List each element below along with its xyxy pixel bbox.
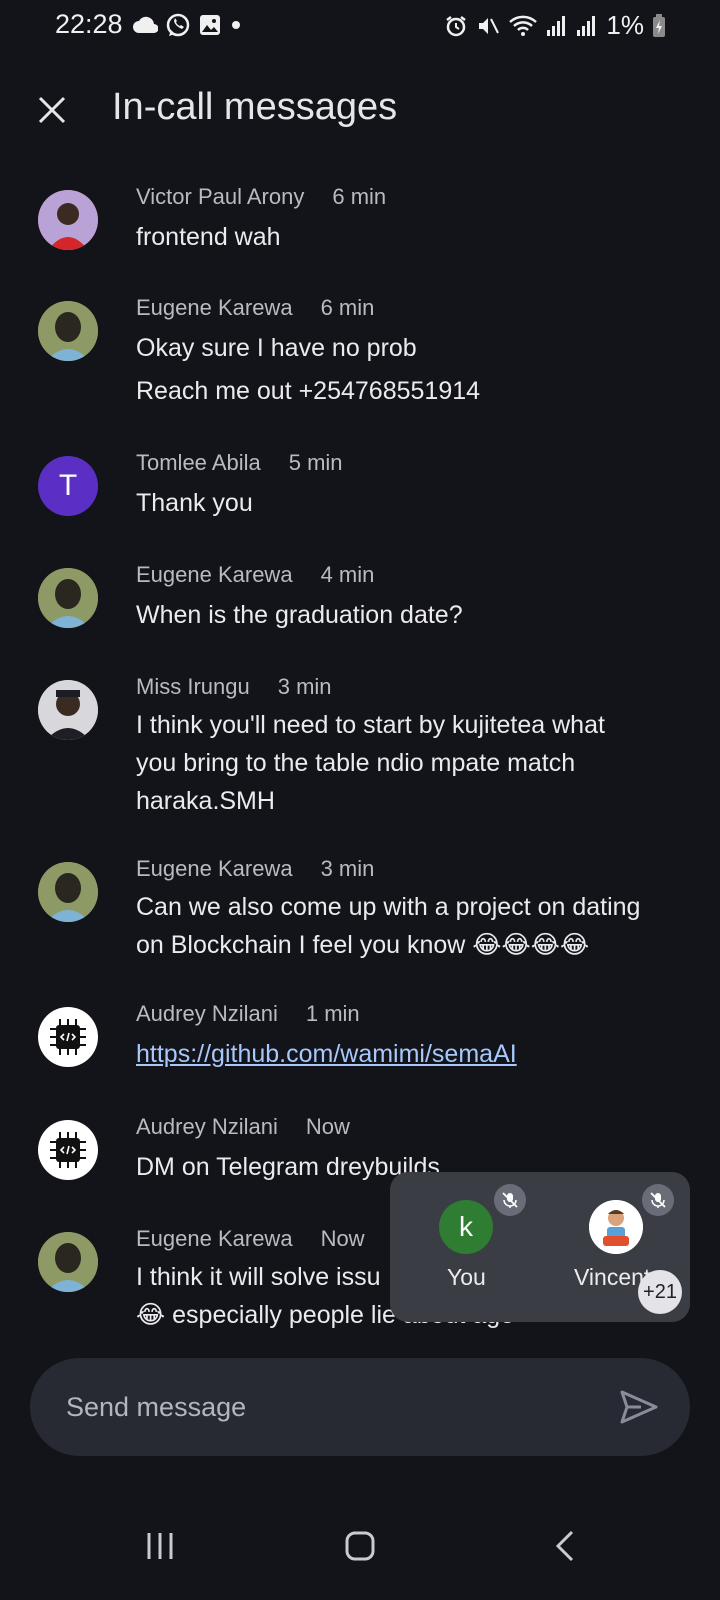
mic-off-icon xyxy=(642,1184,674,1216)
sender-name: Victor Paul Arony xyxy=(136,184,305,209)
avatar xyxy=(38,680,98,740)
avatar xyxy=(38,1007,98,1067)
send-icon xyxy=(620,1390,658,1424)
message-compose xyxy=(30,1358,690,1456)
self-initial: k xyxy=(459,1211,473,1242)
signal-icon xyxy=(577,15,596,36)
mic-off-icon xyxy=(494,1184,526,1216)
self-avatar: k xyxy=(439,1200,493,1254)
back-button[interactable] xyxy=(535,1516,595,1576)
sender-name: Tomlee Abila xyxy=(136,450,261,475)
message-time: 3 min xyxy=(320,856,375,881)
message-time: Now xyxy=(320,1226,365,1251)
app-header: In-call messages xyxy=(0,80,720,140)
status-bar: 22:28 1% xyxy=(0,0,720,52)
sender-name: Miss Irungu xyxy=(136,674,250,699)
home-button[interactable] xyxy=(330,1516,390,1576)
message-text: frontend wah xyxy=(136,223,281,251)
message-time: Now xyxy=(305,1114,350,1139)
recents-button[interactable] xyxy=(130,1516,190,1576)
system-nav-bar xyxy=(0,1490,720,1600)
message-text: Can we also come up with a project on da… xyxy=(136,893,641,921)
message-time: 6 min xyxy=(332,184,387,209)
message-input[interactable] xyxy=(64,1386,588,1428)
alarm-icon xyxy=(446,15,467,36)
gallery-icon xyxy=(200,15,220,35)
sender-name: Audrey Nzilani xyxy=(136,1001,278,1026)
message-time: 3 min xyxy=(277,674,332,699)
page-title: In-call messages xyxy=(112,86,398,128)
message-text: Reach me out +254768551914 xyxy=(136,377,481,405)
back-icon xyxy=(555,1530,574,1562)
sender-name: Eugene Karewa xyxy=(136,856,293,881)
whatsapp-icon xyxy=(166,13,190,37)
sender-name: Eugene Karewa xyxy=(136,562,293,587)
participant-avatar xyxy=(589,1200,643,1254)
avatar xyxy=(38,301,98,361)
avatar xyxy=(38,1232,98,1292)
avatar xyxy=(38,568,98,628)
close-icon xyxy=(38,96,66,124)
cloud-icon xyxy=(133,16,158,33)
sender-name: Eugene Karewa xyxy=(136,1226,293,1251)
participants-panel[interactable]: k You Vincent +21 xyxy=(390,1172,690,1322)
sender-name: Eugene Karewa xyxy=(136,295,293,320)
message-time: 6 min xyxy=(320,295,375,320)
message-time: 5 min xyxy=(288,450,343,475)
close-button[interactable] xyxy=(30,88,74,132)
battery-percent: 1% xyxy=(606,10,644,40)
message-text: Okay sure I have no prob xyxy=(136,334,417,362)
dot-icon xyxy=(232,21,240,29)
chip-icon xyxy=(50,1019,86,1055)
home-icon xyxy=(345,1531,375,1561)
mute-icon xyxy=(479,17,500,34)
signal-icon xyxy=(547,15,566,36)
message-text: haraka.SMH xyxy=(136,787,275,815)
avatar xyxy=(38,862,98,922)
message-text: I think you'll need to start by kujitete… xyxy=(136,711,605,739)
avatar xyxy=(38,190,98,250)
send-button[interactable] xyxy=(616,1384,662,1430)
message-text: Thank you xyxy=(136,489,253,517)
message-text: When is the graduation date? xyxy=(136,601,463,629)
message-text: you bring to the table ndio mpate match xyxy=(136,749,576,777)
chip-icon xyxy=(50,1132,86,1168)
avatar-letter: T xyxy=(58,469,78,502)
recents-icon xyxy=(147,1533,173,1559)
avatar: T xyxy=(38,456,98,516)
message-link[interactable]: https://github.com/wamimi/semaAI xyxy=(136,1040,517,1068)
wifi-icon xyxy=(509,15,538,36)
status-time: 22:28 xyxy=(55,9,123,39)
message-text: on Blockchain I feel you know 😂😂😂😂 xyxy=(136,931,590,959)
message-time: 4 min xyxy=(320,562,375,587)
more-participants-badge[interactable]: +21 xyxy=(638,1270,682,1314)
sender-name: Audrey Nzilani xyxy=(136,1114,278,1139)
self-name: You xyxy=(447,1264,486,1290)
battery-icon xyxy=(653,13,665,37)
avatar xyxy=(38,1120,98,1180)
message-time: 1 min xyxy=(305,1001,360,1026)
